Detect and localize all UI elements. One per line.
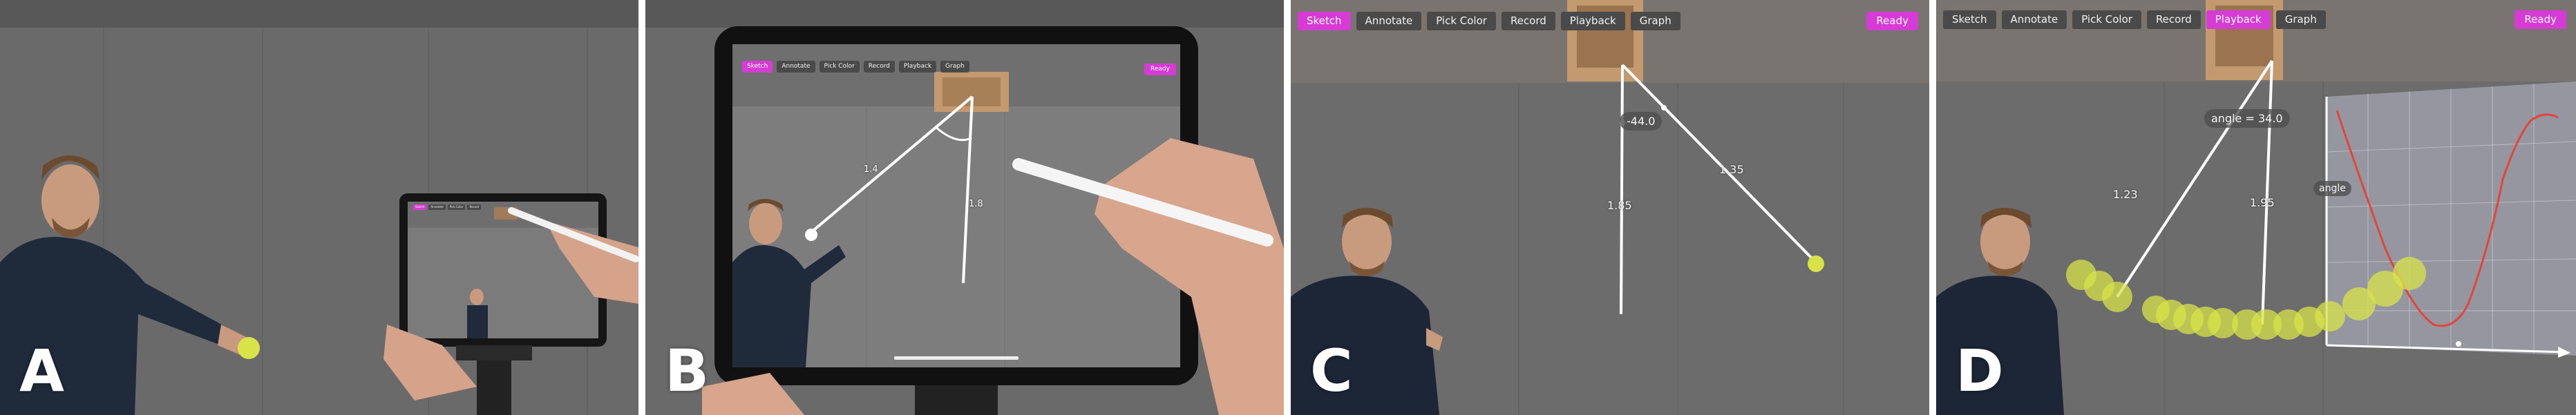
record-button[interactable]: Record [467,204,482,210]
record-button[interactable]: Record [863,61,895,73]
graph-button[interactable]: Graph [940,61,969,73]
string-length-label: 1.35 [1719,163,1744,176]
ball [1808,255,1824,272]
graph-button[interactable]: Graph [1630,12,1680,30]
vertical-length-label: 1.85 [1607,199,1632,212]
playback-button[interactable]: Playback [1560,12,1625,30]
vertical-length-label: 1.95 [2250,196,2275,209]
annotate-button[interactable]: Annotate [428,204,446,210]
pick-color-button[interactable]: Pick Color [819,61,860,73]
pick-color-button[interactable]: Pick Color [2072,10,2141,29]
panel-letter: C [1310,337,1353,405]
mini-toolbar: Sketch Annotate Pick Color Record [413,204,482,210]
pick-color-button[interactable]: Pick Color [447,204,466,210]
ready-button[interactable]: Ready [1144,64,1176,75]
vertical-line [1620,64,1624,315]
record-button[interactable]: Record [1501,12,1555,30]
toolbar: Sketch Annotate Pick Color Record Playba… [1943,10,2326,29]
ready-button[interactable]: Ready [1866,12,1918,30]
toolbar: Sketch Annotate Pick Color Record Playba… [1298,12,1680,30]
pick-color-button[interactable]: Pick Color [1427,12,1496,30]
panel-letter: A [19,337,65,405]
sketch-button[interactable]: Sketch [1298,12,1351,30]
angle-label: -44.0 [1620,112,1663,131]
toolbar: Sketch Annotate Pick Color Record Playba… [742,61,969,73]
ready-button[interactable]: Ready [2515,10,2566,29]
annotate-button[interactable]: Annotate [1356,12,1422,30]
panel-a-scene [0,0,638,415]
vertical-length-label: 1.8 [969,199,983,209]
sketch-button[interactable]: Sketch [742,61,773,73]
panel-d: Sketch Annotate Pick Color Record Playba… [1936,0,2576,415]
panel-b: Sketch Annotate Pick Color Record Playba… [645,0,1284,415]
sketch-button[interactable]: Sketch [1943,10,1996,29]
angle-label: angle = 34.0 [2204,109,2290,128]
playback-button[interactable]: Playback [2206,10,2271,29]
ball [238,337,260,359]
panel-letter: B [665,337,710,405]
panel-a: Sketch Annotate Pick Color Record A [0,0,638,415]
record-button[interactable]: Record [2146,10,2201,29]
graph-button[interactable]: Graph [2275,10,2326,29]
string-length-label: 1.4 [864,164,878,175]
annotate-button[interactable]: Annotate [777,61,815,73]
sketch-button[interactable]: Sketch [413,204,427,210]
graph-axis-label: angle [2313,181,2351,196]
annotate-button[interactable]: Annotate [2001,10,2067,29]
panel-letter: D [1955,337,2004,405]
playback-button[interactable]: Playback [898,61,937,73]
string-length-label: 1.23 [2113,188,2138,201]
panel-c: Sketch Annotate Pick Color Record Playba… [1291,0,1929,415]
figure: Sketch Annotate Pick Color Record A Sket… [0,0,2576,415]
